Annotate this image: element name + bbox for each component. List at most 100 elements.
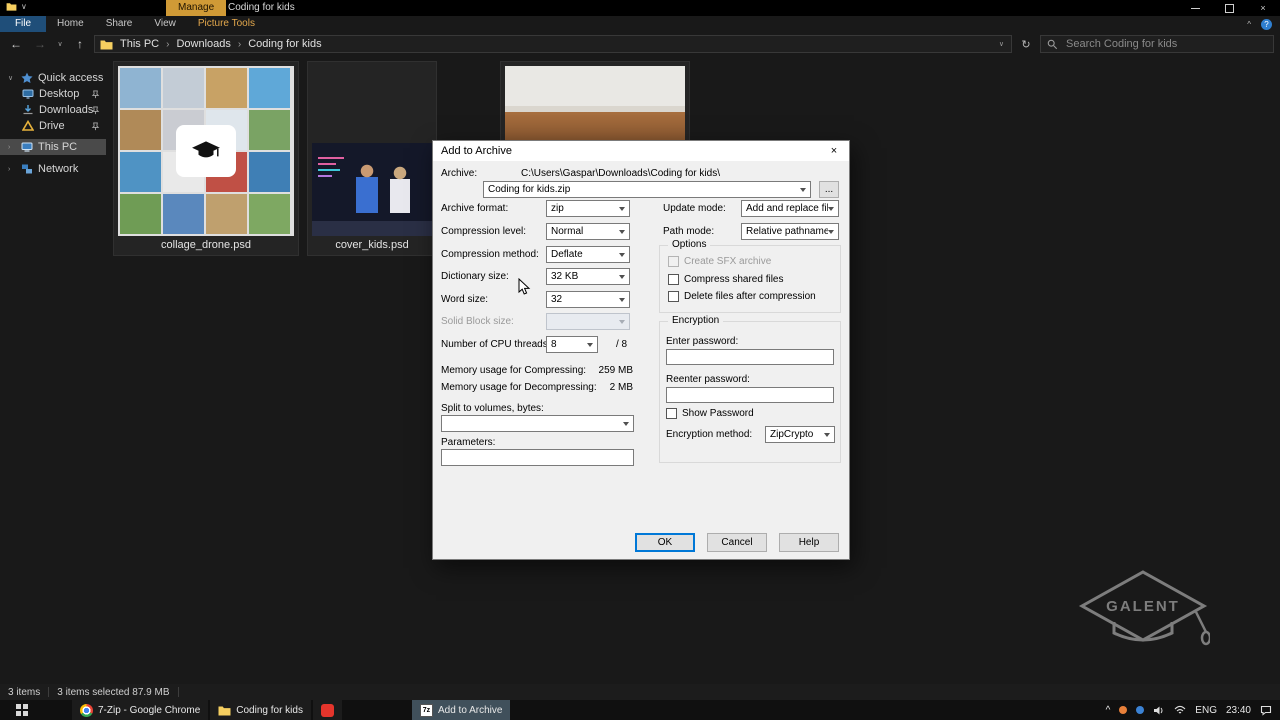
tab-view[interactable]: View (143, 16, 187, 32)
enter-password-label: Enter password: (666, 336, 739, 347)
sidebar-item-label: This PC (38, 141, 78, 153)
compress-shared-checkbox[interactable] (668, 274, 679, 285)
path-mode-value: Relative pathnames (746, 226, 828, 237)
selection-summary: 3 items selected 87.9 MB (57, 686, 170, 698)
path-mode-combobox[interactable]: Relative pathnames (741, 223, 839, 240)
manage-contextual-tab[interactable]: Manage (166, 0, 227, 16)
file-item-collage-drone[interactable]: collage_drone.psd (113, 61, 299, 256)
sidebar-item-desktop[interactable]: Desktop (0, 86, 106, 102)
delete-after-label: Delete files after compression (684, 291, 816, 302)
network-wifi-icon[interactable] (1174, 705, 1186, 715)
taskbar-item-red-app[interactable] (312, 700, 342, 720)
address-breadcrumb-bar[interactable]: This PC › Downloads › Coding for kids ∨ (94, 35, 1012, 53)
delete-after-checkbox[interactable] (668, 291, 679, 302)
encryption-method-combobox[interactable]: ZipCrypto (765, 426, 835, 443)
taskbar-item-explorer[interactable]: Coding for kids (210, 700, 311, 720)
sidebar-item-label: Downloads (39, 104, 94, 116)
dictionary-size-combobox[interactable]: 32 KB (546, 268, 630, 285)
archive-name-combobox[interactable]: Coding for kids.zip (483, 181, 811, 198)
expand-chevron-icon[interactable]: › (8, 144, 16, 151)
archive-format-combobox[interactable]: zip (546, 200, 630, 217)
expand-chevron-icon[interactable]: ∨ (8, 74, 16, 82)
action-center-icon[interactable] (1260, 705, 1272, 716)
file-name: collage_drone.psd (161, 239, 251, 251)
tab-file[interactable]: File (0, 16, 46, 32)
help-button[interactable]: Help (779, 533, 839, 552)
sidebar-item-drive[interactable]: Drive (0, 118, 106, 134)
chevron-down-icon (619, 319, 625, 324)
ribbon-collapse-icon[interactable]: ^ (1247, 20, 1251, 29)
window-title: Coding for kids (228, 2, 295, 13)
file-item-cover-kids[interactable]: cover_kids.psd (307, 61, 437, 256)
parameters-input[interactable] (441, 449, 634, 466)
taskbar-item-add-to-archive[interactable]: 7z Add to Archive (411, 700, 511, 720)
chevron-down-icon (828, 206, 834, 211)
tray-language[interactable]: ENG (1195, 705, 1217, 716)
window-folder-icon (6, 3, 17, 11)
tab-share[interactable]: Share (95, 16, 144, 32)
downloads-icon (23, 105, 33, 115)
window-controls: × (1178, 0, 1280, 16)
breadcrumb-this-pc[interactable]: This PC (115, 38, 164, 50)
cpu-threads-combobox[interactable]: 8 (546, 336, 598, 353)
tray-app-icon-blue[interactable] (1136, 706, 1145, 714)
up-button[interactable]: ↑ (70, 37, 90, 51)
sidebar-item-network[interactable]: › Network (0, 161, 106, 177)
quick-access-toolbar[interactable]: ∨ (6, 2, 27, 11)
maximize-button[interactable] (1212, 0, 1246, 16)
tray-clock[interactable]: 23:40 (1226, 705, 1251, 716)
file-name: cover_kids.psd (335, 239, 409, 251)
word-size-combobox[interactable]: 32 (546, 291, 630, 308)
compression-method-combobox[interactable]: Deflate (546, 246, 630, 263)
archive-format-value: zip (551, 203, 564, 214)
compression-level-combobox[interactable]: Normal (546, 223, 630, 240)
dialog-titlebar[interactable]: Add to Archive × (433, 141, 849, 161)
dialog-close-button[interactable]: × (819, 141, 849, 161)
update-mode-label: Update mode: (663, 203, 726, 214)
recent-locations-icon[interactable]: ∨ (54, 40, 66, 48)
breadcrumb-coding-for-kids[interactable]: Coding for kids (243, 38, 326, 50)
update-mode-combobox[interactable]: Add and replace files (741, 200, 839, 217)
tab-picture-tools[interactable]: Picture Tools (187, 16, 266, 32)
windows-logo-icon (16, 704, 28, 716)
close-button[interactable]: × (1246, 0, 1280, 16)
tab-home[interactable]: Home (46, 16, 95, 32)
breadcrumb-downloads[interactable]: Downloads (171, 38, 235, 50)
delete-after-row[interactable]: Delete files after compression (668, 291, 816, 302)
start-button[interactable] (0, 700, 44, 720)
reenter-password-input[interactable] (666, 387, 834, 403)
sidebar-item-quick-access[interactable]: ∨ Quick access (0, 70, 106, 86)
tray-expand-icon[interactable]: ^ (1106, 705, 1111, 716)
minimize-button[interactable] (1178, 0, 1212, 16)
compress-shared-row[interactable]: Compress shared files (668, 274, 783, 285)
show-password-checkbox[interactable] (666, 408, 677, 419)
compression-method-label: Compression method: (441, 249, 539, 260)
help-icon[interactable]: ? (1261, 18, 1272, 30)
expand-chevron-icon[interactable]: › (8, 166, 16, 173)
volume-icon[interactable] (1153, 705, 1165, 716)
ok-button[interactable]: OK (635, 533, 695, 552)
cancel-button[interactable]: Cancel (707, 533, 767, 552)
sidebar-item-downloads[interactable]: Downloads (0, 102, 106, 118)
archive-label: Archive: (441, 168, 478, 179)
search-input[interactable] (1064, 37, 1267, 51)
ribbon-right-controls: ^ ? (1247, 16, 1280, 32)
drive-icon (22, 120, 34, 131)
desktop-icon (22, 89, 34, 99)
taskbar-item-chrome[interactable]: 7-Zip - Google Chrome (72, 700, 209, 720)
split-volumes-combobox[interactable] (441, 415, 634, 432)
archive-path: C:\Users\Gaspar\Downloads\Coding for kid… (521, 168, 720, 179)
show-password-row[interactable]: Show Password (666, 408, 754, 419)
forward-button[interactable]: → (30, 37, 50, 51)
tray-app-icon-orange[interactable] (1119, 706, 1128, 714)
sidebar-item-this-pc[interactable]: › This PC (0, 139, 106, 155)
enter-password-input[interactable] (666, 349, 834, 365)
address-dropdown-icon[interactable]: ∨ (999, 40, 1006, 48)
search-box[interactable] (1040, 35, 1274, 53)
browse-button[interactable]: ... (819, 181, 839, 198)
refresh-icon[interactable]: ↻ (1016, 38, 1036, 51)
dictionary-size-label: Dictionary size: (441, 271, 509, 282)
status-bar: 3 items 3 items selected 87.9 MB (0, 684, 1280, 700)
back-button[interactable]: ← (6, 37, 26, 51)
chevron-down-icon (824, 432, 830, 437)
